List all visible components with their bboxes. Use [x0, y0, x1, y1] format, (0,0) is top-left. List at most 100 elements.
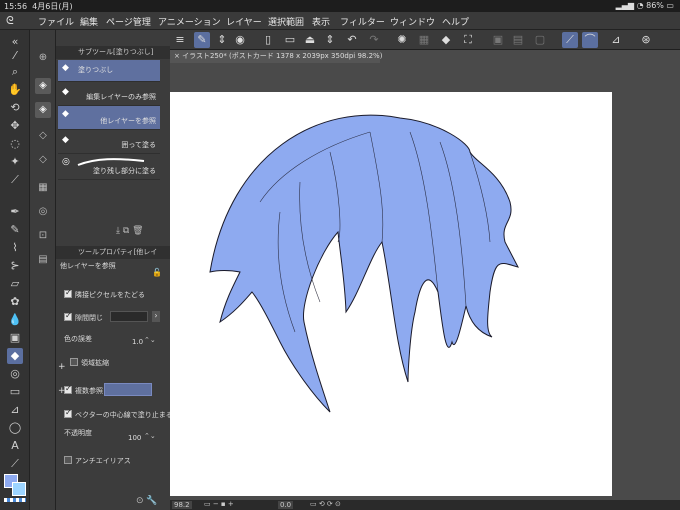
- panel-material-icon[interactable]: ◎: [35, 204, 51, 220]
- expand-plus-icon[interactable]: +: [58, 362, 66, 372]
- document-tab[interactable]: × イラスト250* (ポストカード 1378 x 2039px 350dpi …: [170, 50, 382, 63]
- close-gap-level-selector[interactable]: [110, 311, 148, 322]
- follow-adjacent-checkbox[interactable]: [64, 288, 72, 298]
- multi-ref-mode-selector[interactable]: [104, 383, 152, 396]
- menu-view[interactable]: 表示: [312, 15, 330, 28]
- snap-ruler-icon[interactable]: ⟋: [562, 32, 578, 48]
- chevron-right-icon[interactable]: ›: [152, 311, 160, 322]
- pen-cursor-icon[interactable]: ⁄: [7, 48, 23, 64]
- airbrush-icon[interactable]: ⊱: [7, 258, 23, 274]
- clear-icon[interactable]: ▦: [416, 32, 432, 48]
- save-icon[interactable]: ⏏: [302, 32, 318, 48]
- vector-stop-row[interactable]: ベクターの中心線で塗り止まる: [64, 408, 173, 420]
- zoom-value[interactable]: 98.2: [172, 501, 192, 509]
- vector-stop-checkbox[interactable]: [64, 408, 72, 418]
- layer-move-icon[interactable]: ⇕: [214, 32, 230, 48]
- selection-border-icon[interactable]: ▢: [532, 32, 548, 48]
- balloon-icon[interactable]: ◯: [7, 420, 23, 436]
- multi-ref-row[interactable]: 複数参照: [64, 383, 164, 396]
- area-scaling-row[interactable]: 領域拡縮: [70, 358, 170, 368]
- subtool-group-1-icon[interactable]: ⊕: [35, 50, 51, 66]
- pen-icon[interactable]: ✒: [7, 204, 23, 220]
- eye-icon[interactable]: ◉: [232, 32, 248, 48]
- pencil-icon[interactable]: ✎: [7, 222, 23, 238]
- transparent-color-swatch[interactable]: [4, 498, 26, 502]
- figure-icon[interactable]: ▭: [7, 384, 23, 400]
- correction-icon[interactable]: ⟋: [7, 456, 23, 472]
- subtool-item-refer-other-layers[interactable]: ◆ 他レイヤーを参照: [58, 106, 160, 130]
- lasso-icon[interactable]: ◌: [7, 136, 23, 152]
- fill-icon[interactable]: ◆: [438, 32, 454, 48]
- frame-icon[interactable]: ⊿: [7, 402, 23, 418]
- stepper-icon-2[interactable]: ⌃⌄: [144, 432, 156, 440]
- close-gap-row[interactable]: 隙間閉じ ›: [64, 311, 164, 323]
- hamburger-icon[interactable]: ≡: [172, 32, 188, 48]
- open-folder-icon[interactable]: ▭: [282, 32, 298, 48]
- sub-color-swatch[interactable]: [12, 482, 26, 496]
- fill-tool-icon[interactable]: ◆: [7, 348, 23, 364]
- rotate-icon[interactable]: ⟲: [7, 100, 23, 116]
- subtool-item-edit-layer-only[interactable]: ◆ 編集レイヤーのみ参照: [58, 84, 160, 106]
- zoom-controls-icon[interactable]: ▭ − ▪ +: [204, 500, 234, 508]
- panel-layers-icon[interactable]: ▦: [35, 180, 51, 196]
- snap-curve-icon[interactable]: ⌒: [582, 32, 598, 48]
- area-scaling-checkbox[interactable]: [70, 358, 78, 366]
- hand-icon[interactable]: ✋: [7, 82, 23, 98]
- menu-filter[interactable]: フィルター: [340, 15, 385, 28]
- subtool-group-5-icon[interactable]: ◇: [35, 152, 51, 168]
- subtool-item-fill[interactable]: ◆ 塗りつぶし: [58, 60, 160, 82]
- menu-layer[interactable]: レイヤー: [226, 15, 262, 28]
- close-tab-icon[interactable]: ×: [174, 52, 180, 60]
- panel-color-icon[interactable]: ▤: [35, 252, 51, 268]
- blend-icon[interactable]: 💧: [7, 312, 23, 328]
- panel-nav-icon[interactable]: ⊡: [35, 228, 51, 244]
- spinner-icon[interactable]: ✺: [394, 32, 410, 48]
- gradient-icon[interactable]: ▣: [7, 330, 23, 346]
- transform-icon[interactable]: ⛶: [460, 32, 476, 48]
- follow-adjacent-row[interactable]: 隣接ピクセルをたどる: [64, 288, 164, 300]
- undo-icon[interactable]: ↶: [344, 32, 360, 48]
- magic-wand-icon[interactable]: ✦: [7, 154, 23, 170]
- new-file-icon[interactable]: ▯: [260, 32, 276, 48]
- antialias-checkbox[interactable]: [64, 456, 72, 464]
- subtool-group-3-icon[interactable]: ◈: [35, 102, 51, 118]
- zoom-icon[interactable]: ⌕: [7, 64, 23, 80]
- text-icon[interactable]: A: [7, 438, 23, 454]
- app-logo-icon[interactable]: ᘓ: [6, 14, 18, 27]
- layer-edit-icon[interactable]: ✎: [194, 32, 210, 48]
- subtool-footer-icons[interactable]: ⤓ ⧉ 🗑: [116, 226, 144, 236]
- decoration-icon[interactable]: ✿: [7, 294, 23, 310]
- expand-plus-icon-2[interactable]: +: [58, 386, 66, 396]
- rotate-controls-icon[interactable]: ▭ ⟲ ⟳ ⊙: [310, 500, 341, 508]
- angle-value[interactable]: 0.0: [278, 501, 294, 509]
- menu-selection[interactable]: 選択範囲: [268, 15, 304, 28]
- brush-icon[interactable]: ⌇: [7, 240, 23, 256]
- subtool-group-2-icon[interactable]: ◈: [35, 78, 51, 94]
- subtool-item-fill-gaps[interactable]: ◎ 塗り残し部分に塗る: [58, 154, 160, 180]
- antialias-row[interactable]: アンチエイリアス: [64, 456, 164, 466]
- menu-file[interactable]: ファイル: [38, 15, 74, 28]
- companion-icon[interactable]: ⊛: [638, 32, 654, 48]
- menu-window[interactable]: ウィンドウ: [390, 15, 435, 28]
- snap-perspective-icon[interactable]: ⊿: [608, 32, 624, 48]
- eyedropper-icon[interactable]: ⟋: [7, 172, 23, 188]
- menu-help[interactable]: ヘルプ: [442, 15, 469, 28]
- canvas-paper[interactable]: [170, 92, 612, 496]
- subtool-item-close-and-fill[interactable]: ◆ 囲って塗る: [58, 132, 160, 154]
- menu-edit[interactable]: 編集: [80, 15, 98, 28]
- stepper-icon[interactable]: ⌃⌄: [144, 336, 156, 344]
- redo-icon[interactable]: ↷: [366, 32, 382, 48]
- spiral-icon[interactable]: ◎: [7, 366, 23, 382]
- menu-animation[interactable]: アニメーション: [158, 15, 221, 28]
- menu-bar: ᘓ ファイル 編集 ページ管理 アニメーション レイヤー 選択範囲 表示 フィル…: [0, 12, 680, 30]
- property-footer-icons[interactable]: ⊙ 🔧: [136, 496, 158, 506]
- deselect-icon[interactable]: ▣: [490, 32, 506, 48]
- menu-page[interactable]: ページ管理: [106, 15, 151, 28]
- save-stepper-icon[interactable]: ⇕: [322, 32, 338, 48]
- subtool-group-4-icon[interactable]: ◇: [35, 128, 51, 144]
- eraser-icon[interactable]: ▱: [7, 276, 23, 292]
- close-gap-checkbox[interactable]: [64, 311, 72, 321]
- invert-selection-icon[interactable]: ▤: [510, 32, 526, 48]
- move-icon[interactable]: ✥: [7, 118, 23, 134]
- lock-icon[interactable]: 🔓: [152, 268, 162, 277]
